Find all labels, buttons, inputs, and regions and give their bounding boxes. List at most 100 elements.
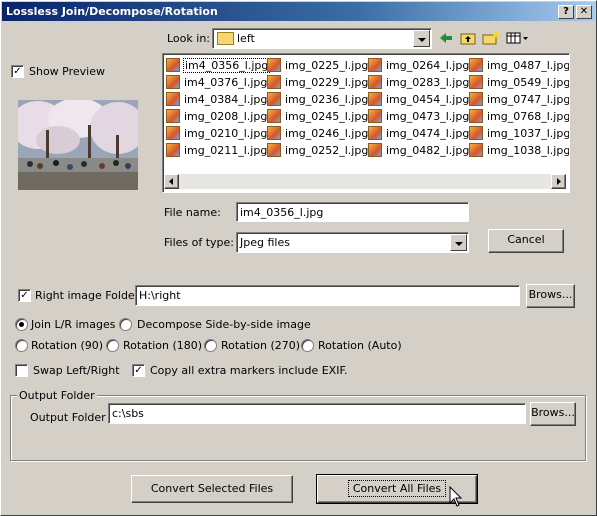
file-name: img_0208_l.jpg bbox=[184, 109, 268, 123]
file-item[interactable]: img_0454_l.jpg bbox=[368, 92, 470, 108]
filetype-dropdown[interactable]: Jpeg files bbox=[236, 232, 469, 253]
output-folder-input[interactable]: c:\sbs bbox=[108, 403, 526, 424]
jpeg-file-icon bbox=[469, 58, 483, 72]
swap-checkbox[interactable] bbox=[15, 364, 28, 377]
filename-label: File name: bbox=[164, 206, 221, 219]
file-name: img_0211_l.jpg bbox=[184, 143, 268, 157]
chevron-down-icon[interactable] bbox=[450, 234, 467, 251]
file-item[interactable]: img_0264_l.jpg bbox=[368, 58, 470, 74]
scroll-right-button[interactable] bbox=[551, 174, 566, 189]
jpeg-file-icon bbox=[368, 143, 382, 157]
join-label: Join L/R images bbox=[31, 318, 116, 331]
file-name: img_0246_l.jpg bbox=[285, 126, 369, 140]
file-item[interactable]: im4_0356_l.jpg bbox=[166, 57, 271, 74]
file-item[interactable]: img_0487_l.jpg bbox=[469, 58, 570, 74]
right-folder-checkbox[interactable]: ✓ bbox=[18, 289, 31, 302]
file-item[interactable]: img_0225_l.jpg bbox=[267, 58, 369, 74]
right-folder-label: Right image Folder : bbox=[35, 289, 147, 302]
jpeg-file-icon bbox=[166, 58, 180, 72]
file-name: img_0474_l.jpg bbox=[386, 126, 470, 140]
file-item[interactable]: img_1037_l.jpg bbox=[469, 126, 570, 142]
jpeg-file-icon bbox=[368, 109, 382, 123]
file-item[interactable]: img_0473_l.jpg bbox=[368, 109, 470, 125]
new-folder-icon[interactable] bbox=[482, 30, 500, 46]
rotation-90-radio[interactable] bbox=[15, 339, 28, 352]
file-name: img_0245_l.jpg bbox=[285, 109, 369, 123]
lookin-dropdown[interactable]: left bbox=[212, 28, 432, 49]
exif-label: Copy all extra markers include EXIF. bbox=[150, 364, 348, 377]
convert-selected-button[interactable]: Convert Selected Files bbox=[131, 475, 293, 503]
lookin-value: left bbox=[237, 32, 255, 45]
jpeg-file-icon bbox=[267, 75, 281, 89]
back-icon[interactable] bbox=[438, 30, 454, 46]
file-item[interactable]: im4_0384_l.jpg bbox=[166, 92, 268, 108]
file-item[interactable]: img_0474_l.jpg bbox=[368, 126, 470, 142]
file-item[interactable]: img_0229_l.jpg bbox=[267, 75, 369, 91]
jpeg-file-icon bbox=[166, 75, 180, 89]
jpeg-file-icon bbox=[469, 143, 483, 157]
chevron-down-icon[interactable] bbox=[413, 30, 430, 47]
file-item[interactable]: img_0208_l.jpg bbox=[166, 109, 268, 125]
scroll-left-button[interactable] bbox=[164, 174, 179, 189]
exif-checkbox[interactable]: ✓ bbox=[132, 364, 145, 377]
rotation-90-label: Rotation (90) bbox=[31, 339, 104, 352]
file-item[interactable]: img_0211_l.jpg bbox=[166, 143, 268, 159]
view-menu-icon[interactable] bbox=[506, 30, 530, 46]
jpeg-file-icon bbox=[166, 143, 180, 157]
rotation-180-label: Rotation (180) bbox=[123, 339, 203, 352]
file-item[interactable]: img_0252_l.jpg bbox=[267, 143, 369, 159]
output-browse-button[interactable]: Brows... bbox=[530, 402, 576, 426]
right-folder-value: H:\right bbox=[139, 289, 181, 302]
jpeg-file-icon bbox=[267, 92, 281, 106]
title-bar: Lossless Join/Decompose/Rotation ? ✕ bbox=[2, 2, 595, 21]
swap-label: Swap Left/Right bbox=[33, 364, 120, 377]
file-item[interactable]: im4_0376_l.jpg bbox=[166, 75, 268, 91]
horizontal-scrollbar[interactable] bbox=[164, 174, 566, 189]
rotation-270-radio[interactable] bbox=[204, 339, 217, 352]
file-name: img_1037_l.jpg bbox=[487, 126, 570, 140]
jpeg-file-icon bbox=[368, 126, 382, 140]
right-folder-browse-button[interactable]: Brows... bbox=[526, 284, 575, 308]
join-radio[interactable] bbox=[15, 318, 28, 331]
preview-image bbox=[18, 100, 138, 190]
up-folder-icon[interactable] bbox=[460, 30, 476, 46]
file-item[interactable]: img_0283_l.jpg bbox=[368, 75, 470, 91]
jpeg-file-icon bbox=[469, 126, 483, 140]
rotation-auto-radio[interactable] bbox=[301, 339, 314, 352]
rotation-180-radio[interactable] bbox=[106, 339, 119, 352]
cancel-button[interactable]: Cancel bbox=[488, 229, 564, 253]
rotation-auto-label: Rotation (Auto) bbox=[318, 339, 402, 352]
file-item[interactable]: img_0768_l.jpg bbox=[469, 109, 569, 125]
jpeg-file-icon bbox=[267, 143, 281, 157]
output-group-label: Output Folder bbox=[17, 389, 97, 402]
file-item[interactable]: img_0210_l.jpg bbox=[166, 126, 268, 142]
filetype-value: Jpeg files bbox=[240, 236, 290, 249]
right-folder-input[interactable]: H:\right bbox=[135, 285, 520, 306]
file-list[interactable]: im4_0356_l.jpg img_0225_l.jpg img_0264_l.j… bbox=[162, 53, 570, 193]
file-name: img_0487_l.jpg bbox=[487, 58, 570, 72]
file-item[interactable]: img_0747_l.jpg bbox=[469, 92, 569, 108]
jpeg-file-icon bbox=[368, 92, 382, 106]
jpeg-file-icon bbox=[469, 75, 483, 89]
file-name: img_0482_l.jpg bbox=[386, 143, 470, 157]
convert-all-label: Convert All Files bbox=[347, 480, 447, 497]
file-item[interactable]: img_0246_l.jpg bbox=[267, 126, 369, 142]
file-name: im4_0384_l.jpg bbox=[184, 92, 268, 106]
file-item[interactable]: img_0245_l.jpg bbox=[267, 109, 369, 125]
file-item[interactable]: img_1038_l.jpg bbox=[469, 143, 569, 159]
decompose-radio[interactable] bbox=[119, 318, 132, 331]
filename-input[interactable]: im4_0356_l.jpg bbox=[236, 202, 469, 222]
lookin-label: Look in: bbox=[167, 32, 210, 45]
file-item[interactable]: img_0549_l.jpg bbox=[469, 75, 569, 91]
file-name: img_0229_l.jpg bbox=[285, 75, 369, 89]
jpeg-file-icon bbox=[166, 126, 180, 140]
file-item[interactable]: img_0236_l.jpg bbox=[267, 92, 369, 108]
show-preview-checkbox[interactable]: ✓ bbox=[11, 65, 24, 78]
help-button[interactable]: ? bbox=[558, 5, 574, 19]
decompose-label: Decompose Side-by-side image bbox=[137, 318, 311, 331]
folder-icon bbox=[217, 32, 234, 45]
mouse-cursor-icon bbox=[449, 485, 463, 508]
file-item[interactable]: img_0482_l.jpg bbox=[368, 143, 470, 159]
close-button[interactable]: ✕ bbox=[576, 5, 592, 19]
output-folder-label: Output Folder : bbox=[30, 411, 113, 424]
